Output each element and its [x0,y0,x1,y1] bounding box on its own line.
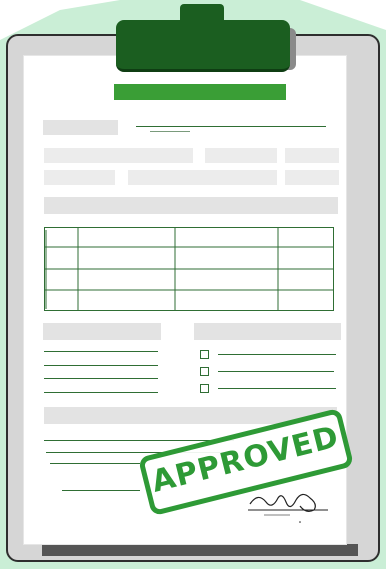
bottom-line-4 [62,490,140,491]
checkbox-1[interactable] [200,350,209,359]
left-line-1 [44,351,158,352]
input-block-4 [44,170,115,185]
section-header-bar [44,197,338,214]
field-line-name-2 [150,131,190,132]
field-label-name [43,120,118,135]
left-line-2 [44,365,158,366]
section-left-header [43,323,161,340]
input-block-1 [44,148,193,163]
clipboard-clip [116,20,290,72]
bottom-line-3 [50,463,140,464]
section-right-header [194,323,341,340]
checklist-line-2 [218,371,334,372]
input-block-6 [285,170,339,185]
checkbox-3[interactable] [200,384,209,393]
checklist-line-1 [218,354,336,355]
input-block-2 [205,148,277,163]
input-block-3 [285,148,339,163]
checkbox-2[interactable] [200,367,209,376]
left-line-3 [44,378,158,379]
clipboard-board-edge [42,544,358,556]
signature-mark [248,493,328,523]
form-title-bar [114,84,286,100]
input-block-5 [128,170,277,185]
left-line-4 [44,392,158,393]
field-line-name [136,126,326,127]
form-table [44,227,334,311]
checklist-line-3 [218,388,336,389]
